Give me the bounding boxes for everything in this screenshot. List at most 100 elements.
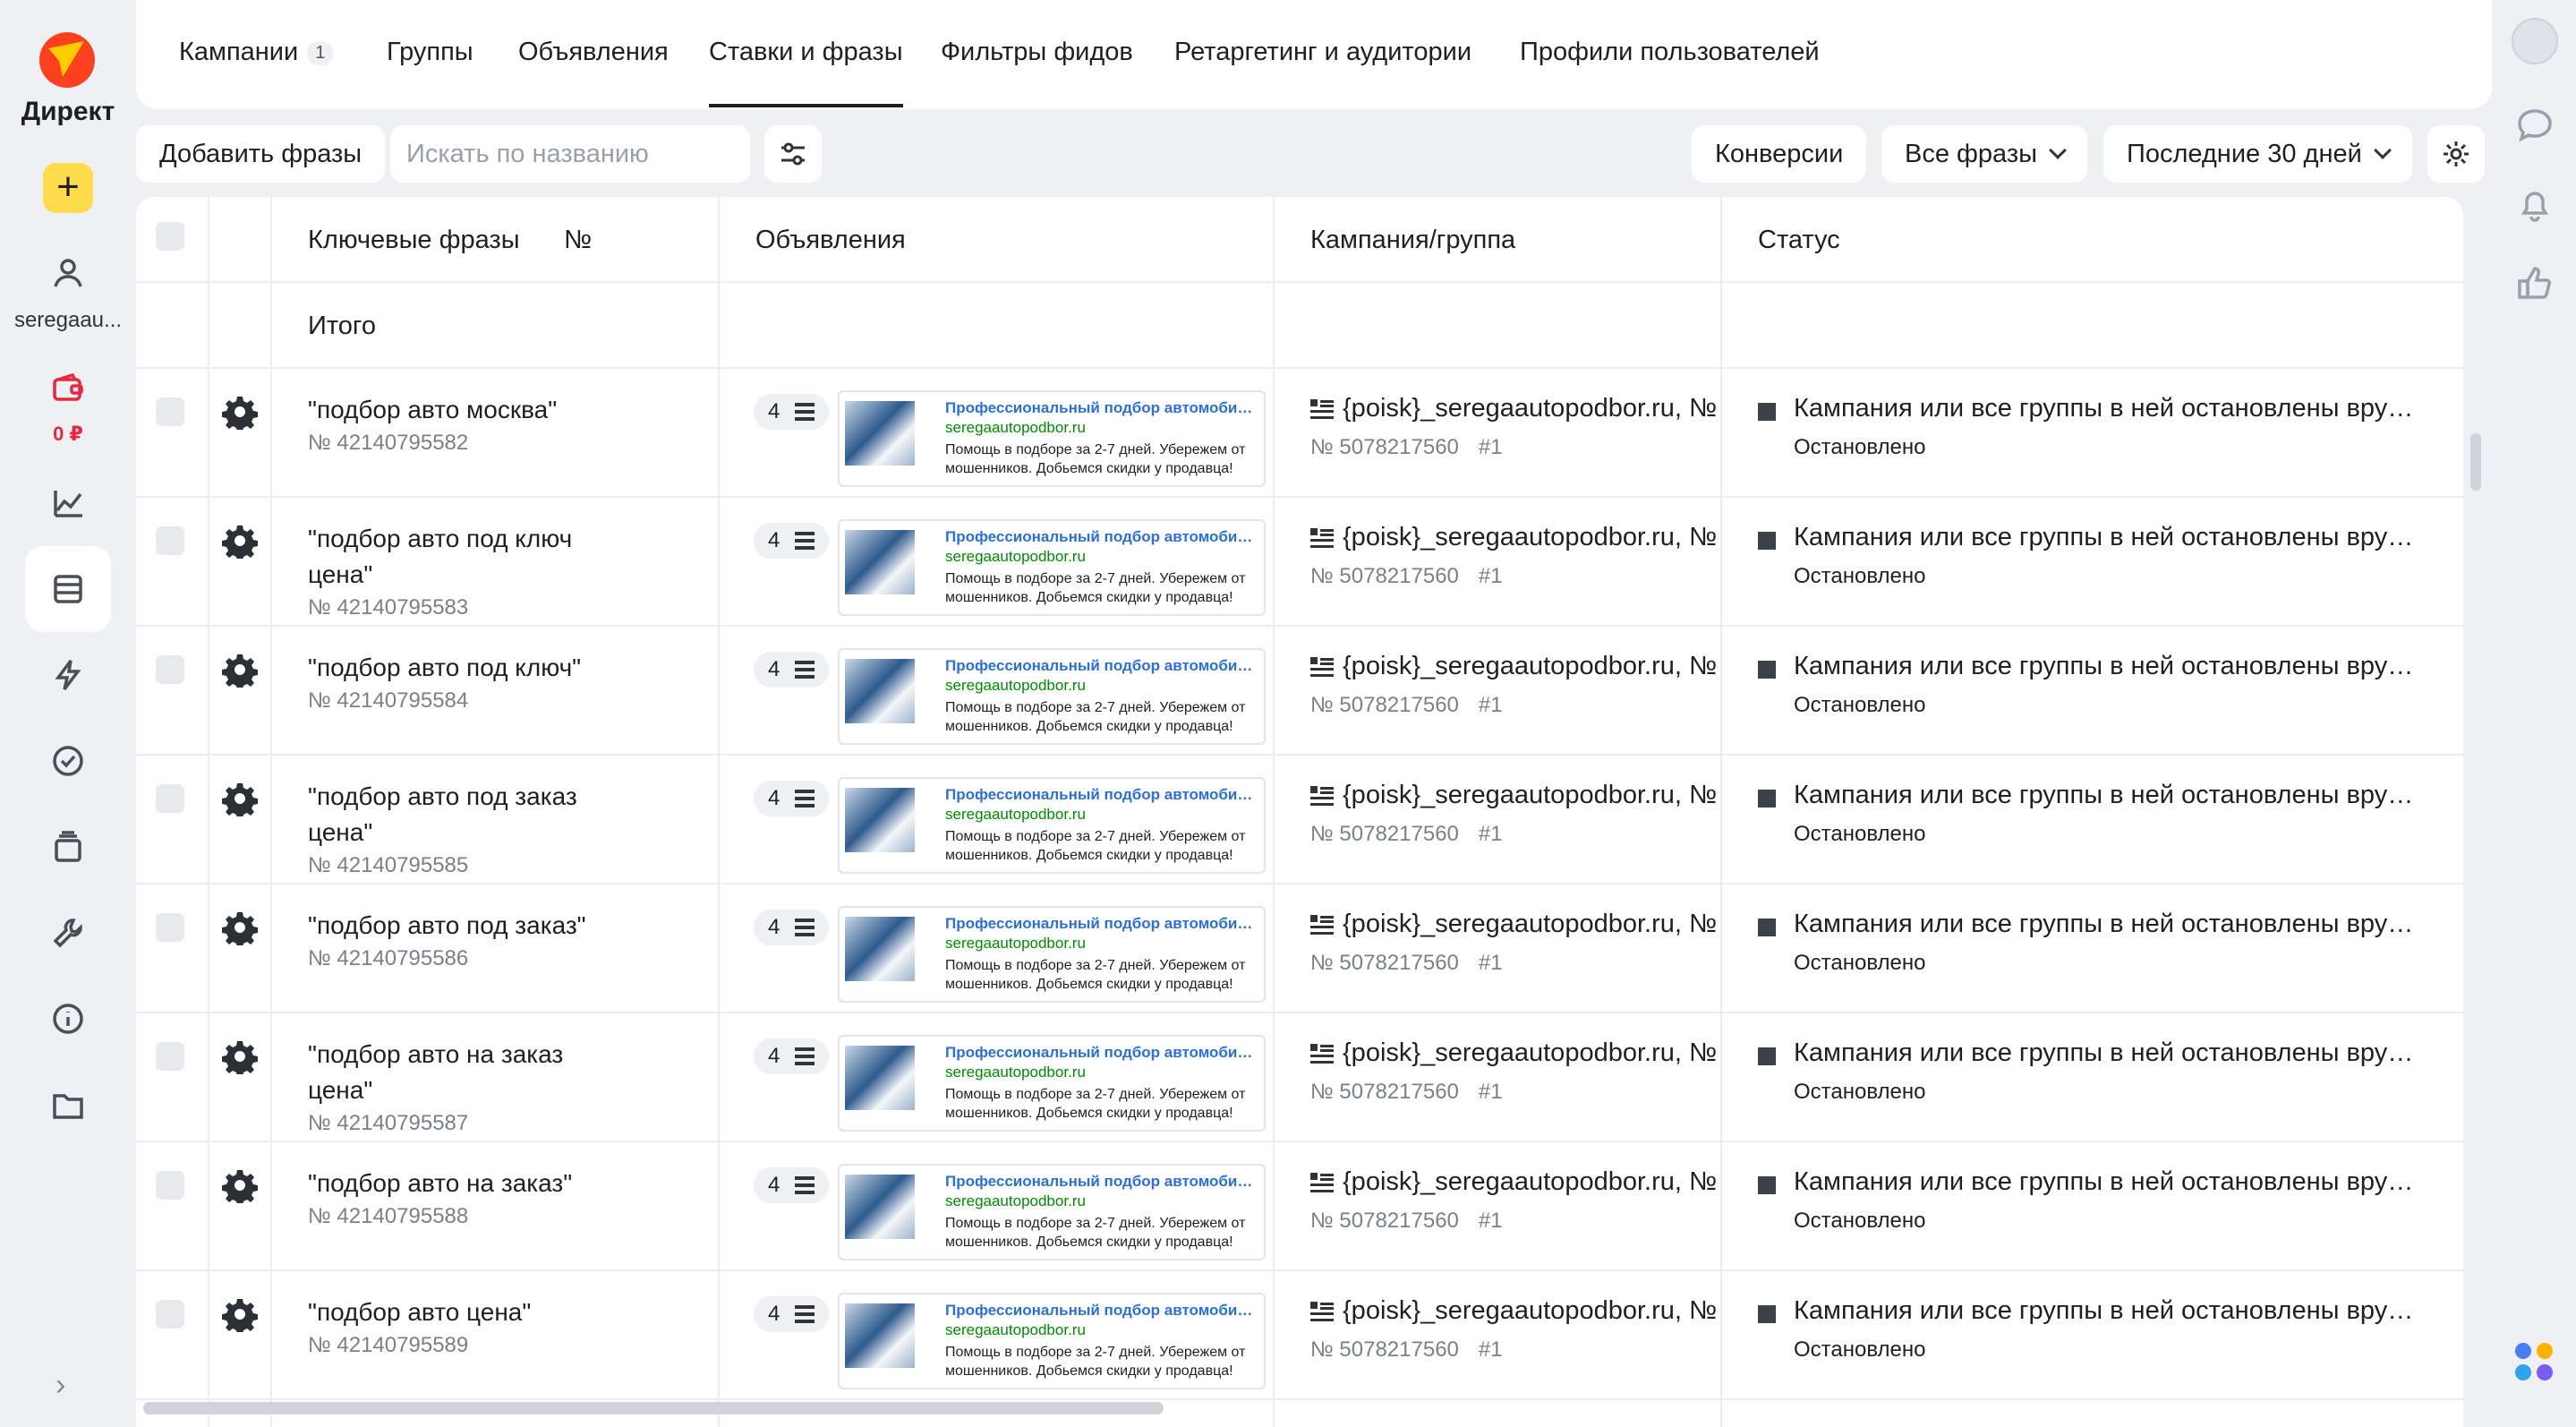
tab-bids-and-phrases[interactable]: Ставки и фразы	[709, 38, 903, 107]
expand-sidebar-icon[interactable]: ›	[55, 1368, 65, 1403]
header-campaign[interactable]: Кампания/группа	[1310, 226, 1515, 255]
thumbs-up-icon[interactable]	[2515, 263, 2555, 303]
header-keywords[interactable]: Ключевые фразы	[308, 226, 520, 255]
gear-icon[interactable]	[222, 1167, 258, 1206]
keyword-phrase[interactable]: "подбор авто под заказ цена"	[308, 779, 603, 850]
row-checkbox[interactable]	[156, 526, 184, 555]
tab-retargeting[interactable]: Ретаргетинг и аудитории	[1174, 38, 1471, 67]
ad-preview[interactable]: Профессиональный подбор автомобиля с пр.…	[838, 648, 1266, 745]
group-number[interactable]: #1	[1479, 1337, 1503, 1362]
campaign-name[interactable]: {poisk}_seregaautopodbor.ru, №	[1343, 1038, 1736, 1068]
direct-logo-icon[interactable]	[39, 32, 95, 88]
ad-preview[interactable]: Профессиональный подбор автомобиля с пр.…	[838, 1164, 1266, 1260]
row-checkbox[interactable]	[156, 1300, 184, 1329]
keyword-phrase[interactable]: "подбор авто на заказ цена"	[308, 1037, 603, 1108]
statistics-icon[interactable]	[45, 480, 91, 526]
wrench-icon[interactable]	[45, 910, 91, 956]
chat-icon[interactable]	[2515, 106, 2555, 145]
services-icon[interactable]	[2515, 1343, 2560, 1393]
layers-icon[interactable]	[45, 824, 91, 870]
ad-preview[interactable]: Профессиональный подбор автомобиля с пр.…	[838, 906, 1266, 1003]
wallet-icon[interactable]	[45, 365, 91, 412]
table-row[interactable]: "подбор авто цена" № 42140795589 4 Профе…	[136, 1271, 2463, 1400]
ad-preview[interactable]: Профессиональный подбор автомобиля с пр.…	[838, 390, 1266, 487]
group-number[interactable]: #1	[1479, 435, 1503, 459]
campaign-name[interactable]: {poisk}_seregaautopodbor.ru, №	[1343, 910, 1736, 939]
tab-ads[interactable]: Объявления	[518, 38, 669, 67]
filter-settings-button[interactable]	[764, 125, 822, 183]
keyword-phrase[interactable]: "подбор авто москва"	[308, 392, 603, 428]
period-select[interactable]: Последние 30 дней	[2103, 125, 2412, 183]
ads-count-badge[interactable]: 4	[754, 523, 829, 559]
check-circle-icon[interactable]	[45, 738, 91, 784]
ad-preview[interactable]: Профессиональный подбор автомобиля с пр.…	[838, 1035, 1266, 1132]
group-number[interactable]: #1	[1479, 693, 1503, 717]
campaign-name[interactable]: {poisk}_seregaautopodbor.ru, №	[1343, 1296, 1736, 1326]
select-all-checkbox[interactable]	[156, 222, 184, 251]
ads-count-badge[interactable]: 4	[754, 652, 829, 688]
add-phrases-button[interactable]: Добавить фразы	[136, 125, 386, 183]
group-number[interactable]: #1	[1479, 1209, 1503, 1233]
group-number[interactable]: #1	[1479, 951, 1503, 975]
user-icon[interactable]	[45, 249, 91, 295]
group-number[interactable]: #1	[1479, 564, 1503, 588]
campaign-name[interactable]: {poisk}_seregaautopodbor.ru, №	[1343, 1167, 1736, 1197]
group-number[interactable]: #1	[1479, 1080, 1503, 1104]
horizontal-scrollbar[interactable]	[143, 1402, 1164, 1414]
phrase-filter-select[interactable]: Все фразы	[1881, 125, 2087, 183]
header-ads[interactable]: Объявления	[755, 226, 906, 255]
tab-user-profiles[interactable]: Профили пользователей	[1520, 38, 1820, 67]
tab-feed-filters[interactable]: Фильтры фидов	[941, 38, 1133, 67]
row-checkbox[interactable]	[156, 1171, 184, 1200]
table-row[interactable]: "подбор авто на заказ цена" № 4214079558…	[136, 1013, 2463, 1142]
account-balance[interactable]: 0 ₽	[0, 423, 136, 446]
row-checkbox[interactable]	[156, 913, 184, 942]
ads-count-badge[interactable]: 4	[754, 1167, 829, 1203]
ads-count-badge[interactable]: 4	[754, 910, 829, 945]
ads-count-badge[interactable]: 4	[754, 1296, 829, 1332]
avatar[interactable]	[2512, 18, 2558, 64]
header-status[interactable]: Статус	[1758, 226, 1840, 255]
tab-groups[interactable]: Группы	[387, 38, 473, 67]
group-number[interactable]: #1	[1479, 822, 1503, 846]
info-icon[interactable]	[45, 995, 91, 1042]
table-settings-button[interactable]	[2427, 125, 2485, 183]
header-number[interactable]: №	[564, 226, 592, 255]
campaign-name[interactable]: {poisk}_seregaautopodbor.ru, №	[1343, 394, 1736, 423]
row-checkbox[interactable]	[156, 397, 184, 426]
bell-icon[interactable]	[2515, 184, 2555, 224]
conversions-button[interactable]: Конверсии	[1692, 125, 1867, 183]
ad-preview[interactable]: Профессиональный подбор автомобиля с пр.…	[838, 1293, 1266, 1389]
table-row[interactable]: "подбор авто москва" № 42140795582 4 Про…	[136, 369, 2463, 498]
search-input[interactable]	[390, 125, 750, 183]
gear-icon[interactable]	[222, 910, 258, 948]
gear-icon[interactable]	[222, 394, 258, 432]
ads-count-badge[interactable]: 4	[754, 1038, 829, 1074]
table-row[interactable]: "подбор авто под ключ" № 42140795584 4 П…	[136, 627, 2463, 756]
user-login-label[interactable]: seregaau...	[0, 308, 136, 333]
row-checkbox[interactable]	[156, 1042, 184, 1071]
campaigns-list-icon[interactable]	[45, 566, 91, 612]
campaign-name[interactable]: {poisk}_seregaautopodbor.ru, №	[1343, 781, 1736, 810]
keyword-phrase[interactable]: "подбор авто на заказ"	[308, 1166, 603, 1201]
gear-icon[interactable]	[222, 652, 258, 690]
keyword-phrase[interactable]: "подбор авто под ключ цена"	[308, 521, 603, 593]
ads-count-badge[interactable]: 4	[754, 394, 829, 430]
gear-icon[interactable]	[222, 1296, 258, 1335]
ads-count-badge[interactable]: 4	[754, 781, 829, 816]
add-button[interactable]: +	[43, 163, 93, 213]
keyword-phrase[interactable]: "подбор авто под заказ"	[308, 908, 603, 944]
campaign-name[interactable]: {poisk}_seregaautopodbor.ru, №	[1343, 523, 1736, 552]
keyword-phrase[interactable]: "подбор авто цена"	[308, 1295, 603, 1330]
folder-icon[interactable]	[45, 1081, 91, 1128]
campaign-name[interactable]: {poisk}_seregaautopodbor.ru, №	[1343, 652, 1736, 681]
vertical-scrollbar[interactable]	[2470, 433, 2481, 491]
ad-preview[interactable]: Профессиональный подбор автомобиля с пр.…	[838, 519, 1266, 616]
ad-preview[interactable]: Профессиональный подбор автомобиля с пр.…	[838, 777, 1266, 874]
lightning-icon[interactable]	[45, 652, 91, 698]
table-row[interactable]: "подбор авто под ключ цена" № 4214079558…	[136, 498, 2463, 627]
gear-icon[interactable]	[222, 523, 258, 561]
table-row[interactable]: "подбор авто на заказ" № 42140795588 4 П…	[136, 1142, 2463, 1271]
table-row[interactable]: "подбор авто под заказ цена" № 421407955…	[136, 756, 2463, 884]
gear-icon[interactable]	[222, 1038, 258, 1077]
